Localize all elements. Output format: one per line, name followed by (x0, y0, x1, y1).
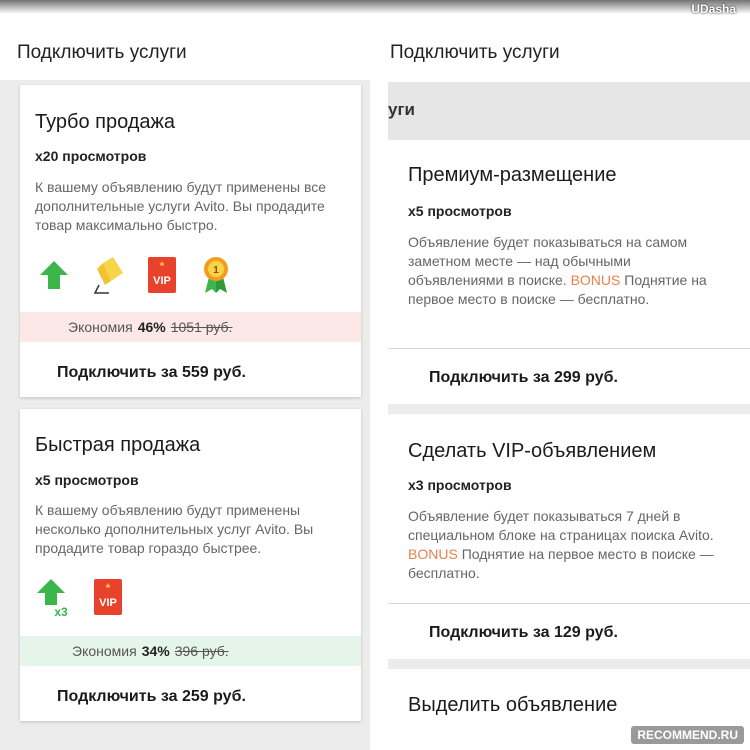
card-title: Турбо продажа (35, 111, 176, 133)
old-price: 396 руб. (174, 643, 229, 659)
connect-premium-button[interactable]: Подключить за 299 руб. (429, 369, 618, 387)
divider (388, 348, 750, 349)
vip-icon: VIP (91, 577, 125, 617)
medal-icon: 1 (199, 255, 233, 295)
x3-badge: x3 (54, 605, 68, 617)
card-views: x20 просмотров (35, 148, 147, 164)
item-title: Сделать VIP-объявлением (408, 440, 657, 462)
saving-percent: 34% (141, 643, 170, 659)
service-card-fast: Быстрая продажа x5 просмотров К вашему о… (20, 409, 361, 721)
connect-turbo-button[interactable]: Подключить за 559 руб. (57, 364, 246, 382)
item-title: Выделить объявление (408, 694, 618, 716)
watermark-text: RECOMMEND.RU (637, 728, 738, 742)
service-icons: VIP 1 (37, 255, 233, 295)
watermark: RECOMMEND.RU (631, 726, 744, 744)
vip-icon: VIP (145, 255, 179, 295)
up-arrow-icon (37, 255, 71, 295)
connect-fast-button[interactable]: Подключить за 259 руб. (57, 688, 246, 706)
saving-label: Экономия (68, 319, 133, 335)
item-description: Объявление будет показываться 7 дней в с… (408, 508, 714, 581)
card-title: Быстрая продажа (35, 434, 201, 456)
scrolled-header-text: уги (388, 100, 415, 119)
divider (388, 603, 750, 604)
service-card-turbo: Турбо продажа x20 просмотров К вашему об… (20, 85, 361, 397)
saving-label: Экономия (72, 643, 137, 659)
up-arrow-x3-icon: x3 (37, 577, 71, 617)
page-title-left: Подключить услуги (17, 42, 187, 63)
saving-percent: 46% (137, 319, 166, 335)
section-separator (388, 659, 750, 669)
card-description: К вашему объявлению будут применены все … (35, 179, 327, 233)
username-label: UDasha (691, 2, 736, 16)
item-title: Премиум-размещение (408, 164, 617, 186)
page-title-right: Подключить услуги (390, 42, 560, 63)
service-icons: x3 VIP (37, 577, 125, 617)
bonus-badge: BONUS (408, 546, 458, 562)
card-views: x5 просмотров (35, 472, 139, 488)
item-description: Объявление будет показываться на самом з… (408, 234, 707, 307)
item-views: x5 просмотров (408, 203, 512, 219)
bonus-badge: BONUS (570, 272, 621, 288)
status-bar: UDasha (0, 0, 750, 16)
highlight-icon (91, 255, 125, 295)
saving-bar: Экономия 34% 396 руб. (20, 636, 361, 666)
vip-icon-text: VIP (153, 275, 171, 287)
item-views: x3 просмотров (408, 477, 512, 493)
vip-icon-text: VIP (99, 597, 117, 609)
saving-bar: Экономия 46% 1051 руб. (20, 312, 361, 342)
connect-vip-button[interactable]: Подключить за 129 руб. (429, 624, 618, 642)
medal-icon-text: 1 (213, 265, 219, 276)
card-description: К вашему объявлению будут применены неск… (35, 502, 314, 556)
old-price: 1051 руб. (170, 319, 233, 335)
section-separator (388, 404, 750, 414)
scrolled-header-band (388, 82, 750, 140)
